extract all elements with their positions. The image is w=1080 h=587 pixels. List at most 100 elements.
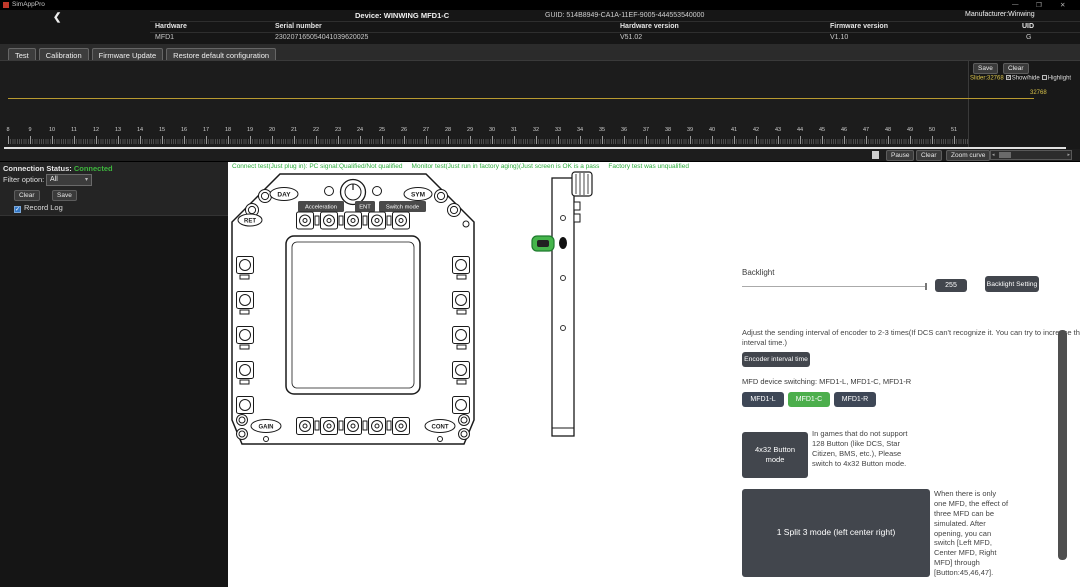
side-knob [572,172,592,196]
ruler-tick [888,136,889,144]
val-uid: G [1026,34,1031,41]
ruler-tick [96,136,97,144]
ruler-tick-label: 25 [379,127,385,133]
back-arrow-icon[interactable]: ❮ [53,12,61,23]
mfd-switch-mfd1-l[interactable]: MFD1-L [742,392,784,407]
ruler-tick [690,136,691,144]
log-save-button[interactable]: Save [52,190,77,201]
plot-control-strip: Pause Clear Zoom curve ◂ ▸ [0,148,1080,162]
col-uid: UID [1022,23,1034,30]
main-content: Connection Status: Connected Filter opti… [0,162,1080,587]
record-log-label: Record Log [24,203,63,212]
ruler-tick-label: 23 [335,127,341,133]
encoder-interval-button[interactable]: Encoder interval time [742,352,810,367]
slider-signal-line [8,98,1034,99]
ruler-tick-label: 43 [775,127,781,133]
divider [150,21,1080,22]
ent-chip-label: ENT [359,205,371,211]
device-name: Device: WINWING MFD1-C [355,11,449,20]
filter-option-label: Filter option: [3,175,44,184]
screw-icon [463,221,469,227]
ruler-tick [294,136,295,144]
pause-button[interactable]: Pause [886,150,914,161]
ruler-tick [206,136,207,144]
ruler-tick-label: 45 [819,127,825,133]
backlight-slider[interactable] [742,286,926,287]
ruler-tick [338,136,339,144]
clear-curve-button[interactable]: Clear [916,150,942,161]
ruler-tick-label: 17 [203,127,209,133]
ruler-tick [426,136,427,144]
ruler-tick [272,136,273,144]
plot-clear-button[interactable]: Clear [1003,63,1029,74]
backlight-setting-button[interactable]: Backlight Setting [985,276,1039,292]
encoder-interval-text: Adjust the sending interval of encoder t… [742,328,1080,348]
ruler-tick-label: 49 [907,127,913,133]
plot-save-button[interactable]: Save [973,63,998,74]
scrollbar-thumb[interactable] [999,152,1011,158]
show-hide-checkbox[interactable]: ✓ [1006,75,1011,80]
scroll-left-icon[interactable]: ◂ [992,152,995,158]
ruler-tick-label: 39 [687,127,693,133]
button-mode-4x32-button[interactable]: 4x32 Button mode [742,432,808,478]
col-hardware: Hardware [155,23,187,30]
ruler-tick-label: 36 [621,127,627,133]
ruler-tick [558,136,559,144]
split-mode-button[interactable]: 1 Split 3 mode (left center right) [742,489,930,577]
ruler-tick-label: 24 [357,127,363,133]
ruler-tick-label: 26 [401,127,407,133]
vertical-scrollbar-thumb[interactable] [1058,330,1067,560]
ruler-tick-label: 10 [49,127,55,133]
highlight-checkbox[interactable] [1042,75,1047,80]
acceleration-chip-label: Acceleration [305,205,337,211]
time-ruler: 8910111213141516171819202122232425262728… [0,127,1064,149]
log-output-area [0,215,228,587]
ruler-tick-label: 41 [731,127,737,133]
ruler-tick [536,136,537,144]
maximize-button[interactable]: ❐ [1036,1,1042,9]
ruler-tick [668,136,669,144]
filter-dropdown[interactable]: All ▾ [46,174,92,186]
tab-bar: TestCalibrationFirmware UpdateRestore de… [0,44,1080,60]
plot-horizontal-scrollbar[interactable]: ◂ ▸ [990,150,1072,160]
ruler-tick-label: 15 [159,127,165,133]
chevron-down-icon: ▾ [85,176,88,183]
record-log-checkbox[interactable]: ✓ [14,206,21,213]
ruler-tick-label: 16 [181,127,187,133]
scroll-thumb-box[interactable] [872,151,879,159]
ruler-tick [822,136,823,144]
signal-plot-panel: Save Clear Slider:32768✓Show/hideHighlig… [0,60,1080,148]
ruler-tick-label: 22 [313,127,319,133]
ruler-tick-label: 32 [533,127,539,133]
ruler-tick-label: 42 [753,127,759,133]
mfd-switch-mfd1-c[interactable]: MFD1-C [788,392,830,407]
zoom-curve-button[interactable]: Zoom curve [946,150,990,161]
log-clear-button[interactable]: Clear [14,190,40,201]
scroll-right-icon[interactable]: ▸ [1067,152,1070,158]
mfd-switch-mfd1-r[interactable]: MFD1-R [834,392,876,407]
app-window: SimAppPro — ❐ ✕ ❮ Device: WINWING MFD1-C… [0,0,1080,587]
divider [150,32,1080,33]
val-serial: 230207165054041039620025 [275,34,368,41]
mfd-side-drawing [530,166,596,450]
device-guid: GUID: 514B8949-CA1A-11EF-9005-4445535400… [545,12,704,19]
gain-label: GAIN [259,425,274,431]
minimize-button[interactable]: — [1012,1,1019,8]
ruler-tick-label: 51 [951,127,957,133]
ruler-tick-label: 31 [511,127,517,133]
button-mode-description: In games that do not support 128 Button … [812,429,916,470]
backlight-slider-thumb[interactable] [925,283,927,290]
ruler-tick [844,136,845,144]
col-serial: Serial number [275,23,322,30]
ruler-tick [118,136,119,144]
side-port [559,237,567,249]
close-button[interactable]: ✕ [1060,1,1065,9]
ruler-tick-label: 27 [423,127,429,133]
ruler-tick-label: 37 [643,127,649,133]
ruler-tick-label: 46 [841,127,847,133]
ruler-tick [800,136,801,144]
manufacturer: Manufacturer:Winwing [965,11,1035,18]
backlight-value: 255 [935,279,967,292]
plot-legend: Slider:32768✓Show/hideHighlight [970,75,1080,82]
connection-status-label: Connection Status: [3,164,74,173]
